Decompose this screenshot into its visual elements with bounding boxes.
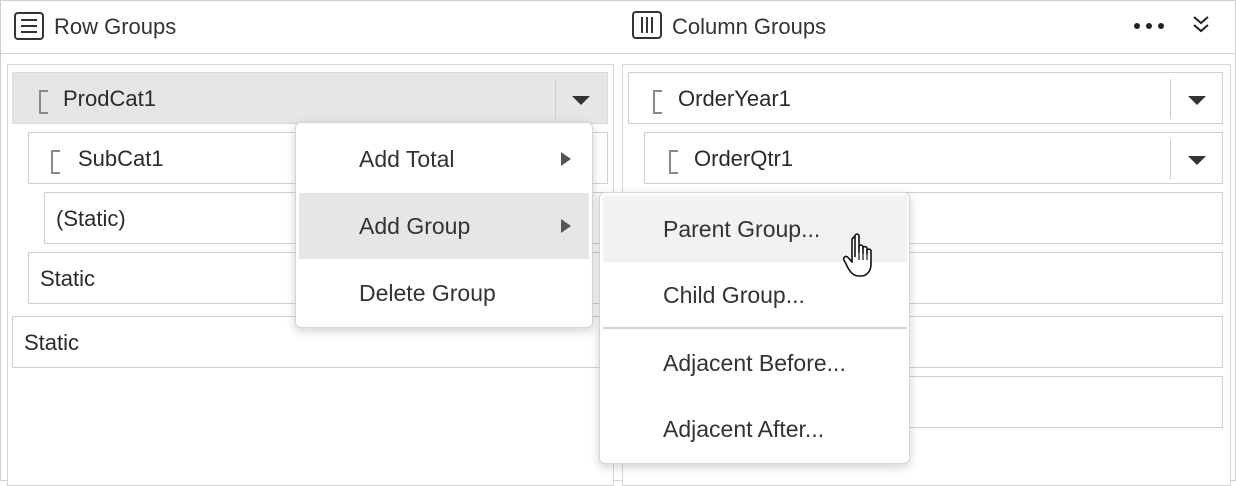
submenu-item-adjacent-before[interactable]: Adjacent Before... <box>603 330 907 396</box>
column-group-label: OrderQtr1 <box>694 146 794 171</box>
row-group-label: Static <box>24 330 80 355</box>
more-horizontal-icon[interactable] <box>1131 21 1167 31</box>
group-context-menu: Add Total Add Group Delete Group <box>295 122 593 328</box>
menu-item-add-total[interactable]: Add Total <box>299 126 589 192</box>
row-group-label: ProdCat1 <box>63 86 156 111</box>
submenu-item-adjacent-after[interactable]: Adjacent After... <box>603 396 907 462</box>
row-group-label: (Static) <box>56 206 126 231</box>
dropdown-separator <box>1170 139 1171 179</box>
menu-item-delete-group[interactable]: Delete Group <box>299 260 589 326</box>
menu-item-label: Child Group... <box>663 282 805 308</box>
row-groups-title: Row Groups <box>54 14 177 39</box>
menu-item-label: Adjacent Before... <box>663 350 846 376</box>
chevron-down-icon[interactable] <box>1188 96 1206 105</box>
menu-item-add-group[interactable]: Add Group <box>299 193 589 259</box>
menu-item-label: Adjacent After... <box>663 416 825 442</box>
columns-icon <box>632 11 662 39</box>
group-bracket-icon <box>669 150 678 174</box>
group-bracket-icon <box>51 150 60 174</box>
menu-item-label: Delete Group <box>359 280 496 306</box>
group-bracket-icon <box>653 90 662 114</box>
chevron-down-icon[interactable] <box>572 96 590 105</box>
chevron-right-icon <box>561 152 571 166</box>
column-groups-title: Column Groups <box>672 14 827 39</box>
menu-separator <box>603 327 907 329</box>
row-group-label: Static <box>40 266 96 291</box>
column-group-label: OrderYear1 <box>678 86 791 111</box>
column-group-orderqtr1[interactable]: OrderQtr1 <box>644 132 1223 184</box>
column-group-orderyear1[interactable]: OrderYear1 <box>628 72 1223 124</box>
menu-item-label: Parent Group... <box>663 216 821 242</box>
row-group-prodcat1[interactable]: ProdCat1 <box>12 72 608 124</box>
double-chevron-down-icon[interactable] <box>1189 13 1213 37</box>
dropdown-separator <box>555 79 556 119</box>
group-panel-header: Row Groups Column Groups <box>1 1 1234 54</box>
list-icon <box>14 12 44 40</box>
menu-item-label: Add Total <box>359 146 455 172</box>
chevron-down-icon[interactable] <box>1188 156 1206 165</box>
row-group-label: SubCat1 <box>78 146 164 171</box>
menu-item-label: Add Group <box>359 213 471 239</box>
hand-cursor-icon <box>842 233 872 277</box>
group-bracket-icon <box>39 90 48 114</box>
dropdown-separator <box>1170 79 1171 119</box>
chevron-right-icon <box>561 219 571 233</box>
